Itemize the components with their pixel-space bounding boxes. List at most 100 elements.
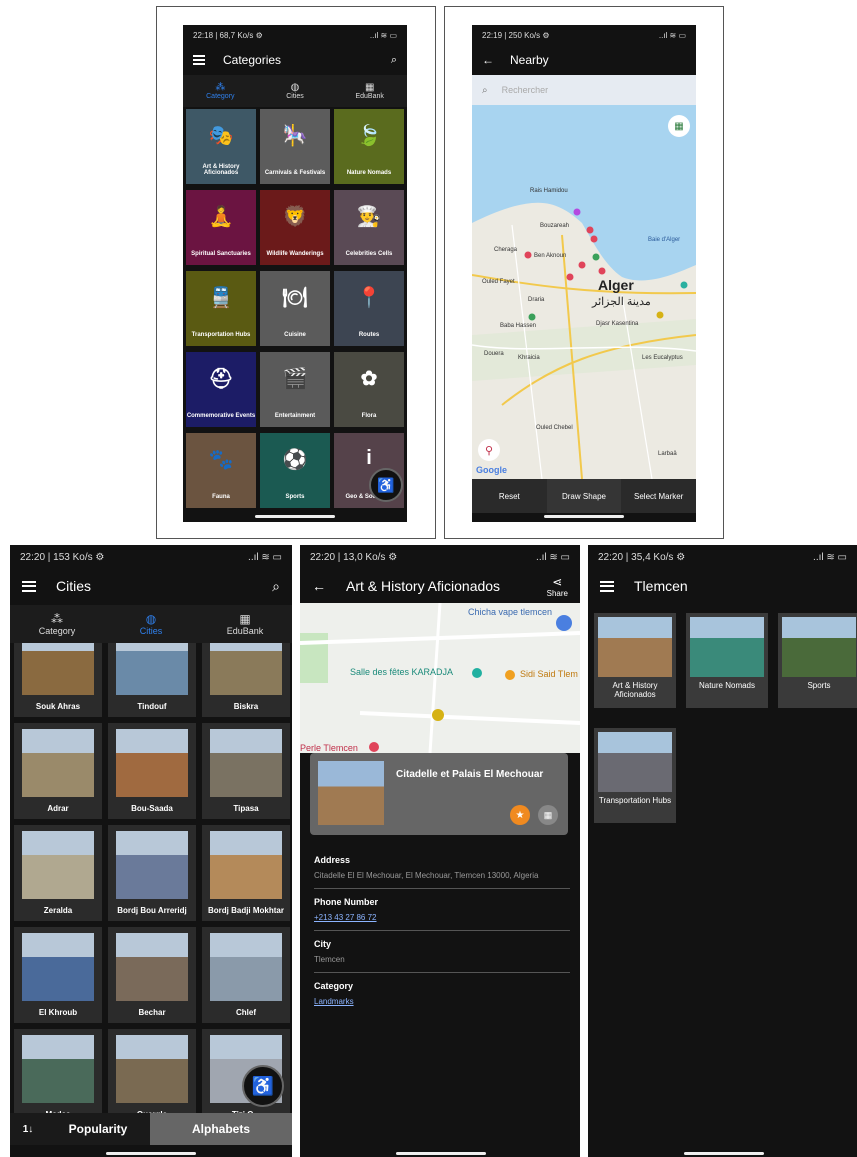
city-tile[interactable]: Bou-Saada xyxy=(108,723,196,819)
sitemap-icon: ⁂ xyxy=(51,612,63,626)
search-icon[interactable]: ⌕ xyxy=(272,578,280,595)
search-input[interactable]: Rechercher xyxy=(502,85,549,95)
city-tile[interactable]: Adrar xyxy=(14,723,102,819)
menu-icon[interactable] xyxy=(193,55,205,65)
map-label-baba: Baba Hassen xyxy=(500,323,537,329)
category-label: Carnivals & Festivals xyxy=(264,170,326,176)
city-tile[interactable]: Ouargla xyxy=(108,1029,196,1113)
city-tile[interactable]: Bordj Bou Arreridj xyxy=(108,825,196,921)
card-label: Nature Nomads xyxy=(698,681,756,690)
city-photo xyxy=(22,643,94,695)
category-icon: 🍽 xyxy=(282,287,308,309)
category-label: Flora xyxy=(361,413,377,419)
city-tile[interactable]: Bordj Badji Mokhtar xyxy=(202,825,290,921)
category-icon: 🚆 xyxy=(208,287,234,309)
category-tile[interactable]: 🦁 Wildlife Wanderings xyxy=(260,190,330,265)
route-icon[interactable]: ⚲ xyxy=(478,439,500,461)
cities-scroll[interactable]: Souk Ahras Tindouf Biskra Adrar Bou-Saada Tip… xyxy=(10,643,292,1113)
status-icons: ..ıl ≋ ▭ xyxy=(813,551,847,563)
mini-map[interactable]: Chicha vape tlemcen Salle des fêtes KARA… xyxy=(300,603,580,753)
category-link[interactable]: Landmarks xyxy=(314,997,570,1006)
tlemcen-category-card[interactable]: Art & History Aficionados xyxy=(594,613,676,708)
tlemcen-category-card[interactable]: Nature Nomads xyxy=(686,613,768,708)
city-name: Tindouf xyxy=(137,702,167,711)
map-label-aknoun: Ben Aknoun xyxy=(534,253,567,259)
city-tile[interactable]: Zeralda xyxy=(14,825,102,921)
category-icon: 👨‍🍳 xyxy=(356,206,382,228)
globe-icon: ◍ xyxy=(145,612,157,626)
sort-alphabets-button[interactable]: Alphabets xyxy=(150,1113,292,1145)
city-tile[interactable]: Souk Ahras xyxy=(14,643,102,717)
status-icons: ..ıl ≋ ▭ xyxy=(369,30,397,40)
city-name: Souk Ahras xyxy=(35,702,81,711)
share-button[interactable]: ⋖ Share xyxy=(547,575,568,598)
category-tile[interactable]: 👨‍🍳 Celebrities Cells xyxy=(334,190,404,265)
status-icons: ..ıl ≋ ▭ xyxy=(658,30,686,40)
select-marker-button[interactable]: Select Marker xyxy=(621,479,696,513)
tab-category[interactable]: ⁂ Category xyxy=(10,605,104,643)
sort-icon[interactable]: 1↓ xyxy=(10,1124,46,1135)
category-tile[interactable]: 🎬 Entertainment xyxy=(260,352,330,427)
back-arrow-icon[interactable]: ← xyxy=(482,53,494,67)
city-tile[interactable]: Tipasa xyxy=(202,723,290,819)
favorite-star-icon[interactable]: ★ xyxy=(510,805,530,825)
category-tile[interactable]: 🧘 Spiritual Sanctuaries xyxy=(186,190,256,265)
category-tile[interactable]: ⛑ Commemorative Events xyxy=(186,352,256,427)
draw-shape-button[interactable]: Draw Shape xyxy=(546,479,622,513)
city-photo xyxy=(210,643,282,695)
app-bar: Tlemcen xyxy=(588,569,857,603)
assistant-fab[interactable]: ♿ xyxy=(242,1065,284,1107)
layers-button[interactable]: ▦ xyxy=(668,115,690,137)
city-tile[interactable]: El Khroub xyxy=(14,927,102,1023)
city-tile[interactable]: Medea xyxy=(14,1029,102,1113)
page-title: Art & History Aficionados xyxy=(346,578,501,594)
category-tile[interactable]: 🐾 Fauna xyxy=(186,433,256,508)
map[interactable]: Rais Hamidou Bouzareah Cheraga Ben Aknou… xyxy=(472,105,696,479)
category-tile[interactable]: 🍽 Cuisine xyxy=(260,271,330,346)
tab-edubank[interactable]: ▦ EduBank xyxy=(198,605,292,643)
city-value: Tlemcen xyxy=(314,955,345,964)
map-label-perle: Perle Tlemcen xyxy=(300,743,358,753)
tab-category[interactable]: ⁂ Category xyxy=(183,75,258,107)
tlemcen-category-card[interactable]: Transportation Hubs xyxy=(594,728,676,823)
category-tile[interactable]: 🎭 Art & History Aficionados xyxy=(186,109,256,184)
tab-cities[interactable]: ◍ Cities xyxy=(104,605,198,643)
phone-link[interactable]: +213 43 27 86 72 xyxy=(314,913,570,922)
back-arrow-icon[interactable]: ← xyxy=(312,578,326,594)
status-bar: 22:20 | 153 Ko/s ⚙ ..ıl ≋ ▭ xyxy=(10,545,292,569)
city-photo xyxy=(210,831,282,899)
assistant-fab[interactable]: ♿ xyxy=(369,468,403,502)
map-label-alger-ar: مدينة الجزائر xyxy=(592,296,651,308)
category-tile[interactable]: ⚽ Sports xyxy=(260,433,330,508)
menu-icon[interactable] xyxy=(600,580,614,592)
sort-popularity-button[interactable]: Popularity xyxy=(46,1122,150,1136)
reset-button[interactable]: Reset xyxy=(472,479,547,513)
category-icon: 🎬 xyxy=(282,368,308,390)
menu-icon[interactable] xyxy=(22,580,36,592)
tab-cities[interactable]: ◍ Cities xyxy=(258,75,333,107)
category-tile[interactable]: 📍 Routes xyxy=(334,271,404,346)
status-time: 22:20 | 35,4 Ko/s ⚙ xyxy=(598,551,686,563)
city-tile[interactable]: Bechar xyxy=(108,927,196,1023)
category-tile[interactable]: 🍃 Nature Nomads xyxy=(334,109,404,184)
city-name: Biskra xyxy=(233,702,259,711)
edubank-icon[interactable]: ▦ xyxy=(538,805,558,825)
category-tile[interactable]: 🚆 Transportation Hubs xyxy=(186,271,256,346)
search-bar[interactable]: ⌕ Rechercher xyxy=(472,75,696,105)
category-tile[interactable]: ✿ Flora xyxy=(334,352,404,427)
city-tile[interactable]: Biskra xyxy=(202,643,290,717)
google-logo: Google xyxy=(476,465,507,475)
status-icons: ..ıl ≋ ▭ xyxy=(536,551,570,563)
category-tile[interactable]: 🎠 Carnivals & Festivals xyxy=(260,109,330,184)
tlemcen-category-card[interactable]: Sports xyxy=(778,613,857,708)
tab-edubank[interactable]: ▦ EduBank xyxy=(332,75,407,107)
category-icon: ⚽ xyxy=(282,449,308,471)
city-tile[interactable]: Chlef xyxy=(202,927,290,1023)
phone-nearby: 22:19 | 250 Ko/s ⚙ ..ıl ≋ ▭ ← Nearby ⌕ R… xyxy=(472,25,696,522)
search-icon[interactable]: ⌕ xyxy=(391,54,397,67)
place-card[interactable]: Citadelle et Palais El Mechouar ★ ▦ xyxy=(310,753,568,835)
city-tile[interactable]: Tindouf xyxy=(108,643,196,717)
page-title: Categories xyxy=(223,53,282,67)
map-label-ouled-chebel: Ouled Chebel xyxy=(536,425,573,431)
map-label-eucalyptus: Les Eucalyptus xyxy=(642,355,683,361)
